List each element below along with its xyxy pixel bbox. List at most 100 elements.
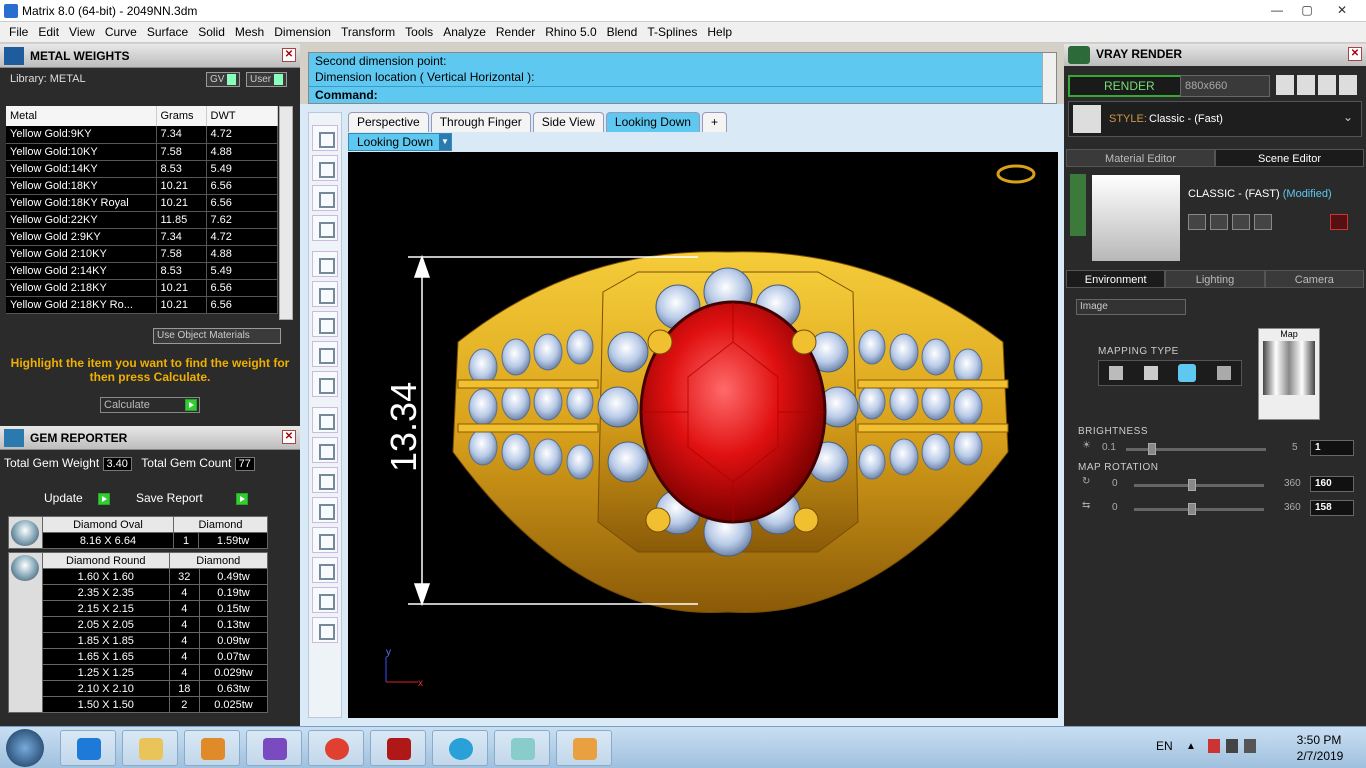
collapse-arrow-icon[interactable] bbox=[1070, 174, 1086, 236]
style-select[interactable]: STYLE: Classic - (Fast) ⌄ bbox=[1068, 101, 1362, 137]
tab-material-editor[interactable]: Material Editor bbox=[1066, 149, 1215, 167]
taskbar-paint[interactable] bbox=[556, 730, 612, 766]
transform-icon[interactable] bbox=[312, 527, 338, 553]
col-dwt[interactable]: DWT bbox=[206, 106, 278, 126]
import-icon[interactable] bbox=[1254, 214, 1272, 230]
menu-dimension[interactable]: Dimension bbox=[269, 25, 336, 39]
figure-icon[interactable] bbox=[312, 587, 338, 613]
3d-viewport[interactable]: 13.34 y x bbox=[348, 152, 1058, 718]
globe-icon[interactable] bbox=[312, 185, 338, 211]
col-metal[interactable]: Metal bbox=[6, 106, 157, 126]
calculate-button[interactable]: Calculate bbox=[100, 397, 200, 413]
table-row[interactable]: Yellow Gold:18KY 10.21 6.56 bbox=[6, 177, 278, 195]
table-row[interactable]: 1.85 X 1.85 4 0.09tw bbox=[9, 632, 269, 649]
nodes-icon[interactable] bbox=[312, 215, 338, 241]
table-row[interactable]: 2.35 X 2.35 4 0.19tw bbox=[9, 584, 269, 601]
menu-mesh[interactable]: Mesh bbox=[230, 25, 269, 39]
rewind-icon[interactable] bbox=[1276, 75, 1294, 95]
export-icon[interactable] bbox=[1232, 214, 1250, 230]
rotation1-value[interactable]: 160 bbox=[1310, 476, 1354, 492]
taskbar-matrix[interactable] bbox=[432, 730, 488, 766]
brightness-value[interactable]: 1 bbox=[1310, 440, 1354, 456]
box-top-icon[interactable] bbox=[312, 281, 338, 307]
menu-edit[interactable]: Edit bbox=[33, 25, 64, 39]
frame-buffer-icon[interactable] bbox=[1297, 75, 1315, 95]
menu-rhino[interactable]: Rhino 5.0 bbox=[540, 25, 601, 39]
table-row[interactable]: 1.60 X 1.60 32 0.49tw bbox=[9, 568, 269, 585]
table-row[interactable]: Yellow Gold:22KY 11.85 7.62 bbox=[6, 211, 278, 229]
environment-type-select[interactable]: Image bbox=[1076, 299, 1186, 315]
table-row[interactable]: 1.50 X 1.50 2 0.025tw bbox=[9, 696, 269, 713]
spherical-icon[interactable] bbox=[1178, 364, 1197, 382]
maximize-button[interactable]: ▢ bbox=[1292, 0, 1322, 20]
clock-time[interactable]: 3:50 PM bbox=[1294, 733, 1344, 747]
osnap-off-icon[interactable] bbox=[312, 467, 338, 493]
box-side-icon[interactable] bbox=[312, 341, 338, 367]
rotation-slider-1[interactable]: ↻ 0 360 160 bbox=[1078, 476, 1354, 494]
close-metal-weights-button[interactable]: ✕ bbox=[282, 48, 296, 62]
close-button[interactable]: ✕ bbox=[1322, 0, 1362, 20]
menu-solid[interactable]: Solid bbox=[193, 25, 230, 39]
taskbar-ie[interactable] bbox=[60, 730, 116, 766]
table-row[interactable]: Yellow Gold 2:18KY Ro... 10.21 6.56 bbox=[6, 296, 278, 314]
pen-icon[interactable] bbox=[312, 437, 338, 463]
menu-render[interactable]: Render bbox=[491, 25, 540, 39]
update-button[interactable]: Update bbox=[44, 490, 111, 506]
viewport-selector[interactable]: Looking Down ▼ bbox=[348, 133, 452, 151]
menu-help[interactable]: Help bbox=[702, 25, 737, 39]
close-gem-reporter-button[interactable]: ✕ bbox=[282, 430, 296, 444]
table-row[interactable]: Yellow Gold:14KY 8.53 5.49 bbox=[6, 160, 278, 178]
table-row[interactable]: 1.65 X 1.65 4 0.07tw bbox=[9, 648, 269, 665]
table-row[interactable]: Yellow Gold 2:18KY 10.21 6.56 bbox=[6, 279, 278, 297]
table-row[interactable]: Yellow Gold 2:10KY 7.58 4.88 bbox=[6, 245, 278, 263]
table-row[interactable]: Yellow Gold 2:14KY 8.53 5.49 bbox=[6, 262, 278, 280]
add-tab-button[interactable]: + bbox=[701, 112, 727, 132]
rotation2-value[interactable]: 158 bbox=[1310, 500, 1354, 516]
tab-camera[interactable]: Camera bbox=[1264, 270, 1364, 288]
menu-curve[interactable]: Curve bbox=[100, 25, 142, 39]
minimize-button[interactable]: — bbox=[1262, 0, 1292, 20]
table-row[interactable]: 8.16 X 6.64 1 1.59tw bbox=[9, 532, 268, 549]
menu-tools[interactable]: Tools bbox=[400, 25, 438, 39]
show-hidden-icons[interactable]: ▲ bbox=[1186, 741, 1196, 752]
menu-analyze[interactable]: Analyze bbox=[438, 25, 491, 39]
save-as-icon[interactable] bbox=[1210, 214, 1228, 230]
rotation-slider-2[interactable]: ⇆ 0 360 158 bbox=[1078, 500, 1354, 518]
taskbar-app-red[interactable] bbox=[370, 730, 426, 766]
col-grams[interactable]: Grams bbox=[156, 106, 207, 126]
taskbar-notepad[interactable] bbox=[494, 730, 550, 766]
table-row[interactable]: Yellow Gold:10KY 7.58 4.88 bbox=[6, 143, 278, 161]
menu-surface[interactable]: Surface bbox=[142, 25, 193, 39]
axes-icon[interactable] bbox=[312, 251, 338, 277]
tab-lighting[interactable]: Lighting bbox=[1165, 270, 1265, 288]
close-vray-button[interactable]: ✕ bbox=[1348, 47, 1362, 61]
user-toggle[interactable]: User bbox=[246, 72, 288, 87]
table-row[interactable]: 2.10 X 2.10 18 0.63tw bbox=[9, 680, 269, 697]
tab-environment[interactable]: Environment bbox=[1066, 270, 1166, 288]
command-area[interactable]: Second dimension point: Dimension locati… bbox=[308, 52, 1057, 104]
use-object-materials-button[interactable]: Use Object Materials bbox=[153, 328, 281, 344]
tab-scene-editor[interactable]: Scene Editor bbox=[1215, 149, 1364, 167]
tab-side-view[interactable]: Side View bbox=[532, 112, 604, 132]
screen-icon[interactable] bbox=[1216, 366, 1231, 380]
brightness-slider[interactable]: ☀ 0.1 5 1 bbox=[1078, 440, 1354, 458]
language-indicator[interactable]: EN bbox=[1156, 739, 1173, 753]
taskbar-explorer[interactable] bbox=[122, 730, 178, 766]
osnap-r-icon[interactable] bbox=[312, 497, 338, 523]
menu-tsplines[interactable]: T-Splines bbox=[642, 25, 702, 39]
save-icon[interactable] bbox=[1188, 214, 1206, 230]
tab-perspective[interactable]: Perspective bbox=[348, 112, 429, 132]
gumball-icon[interactable] bbox=[312, 155, 338, 181]
save-report-button[interactable]: Save Report bbox=[136, 490, 249, 506]
flag-icon[interactable] bbox=[1208, 739, 1220, 753]
volume-icon[interactable] bbox=[1244, 739, 1256, 753]
table-row[interactable]: Yellow Gold 2:9KY 7.34 4.72 bbox=[6, 228, 278, 246]
command-scrollbar[interactable] bbox=[1042, 53, 1056, 103]
tab-through-finger[interactable]: Through Finger bbox=[430, 112, 531, 132]
table-row[interactable]: Yellow Gold:9KY 7.34 4.72 bbox=[6, 126, 278, 144]
list-icon[interactable] bbox=[1318, 75, 1336, 95]
menu-file[interactable]: File bbox=[4, 25, 33, 39]
start-button[interactable] bbox=[6, 729, 44, 767]
network-icon[interactable] bbox=[1226, 739, 1238, 753]
refresh-icon[interactable] bbox=[1330, 214, 1348, 230]
